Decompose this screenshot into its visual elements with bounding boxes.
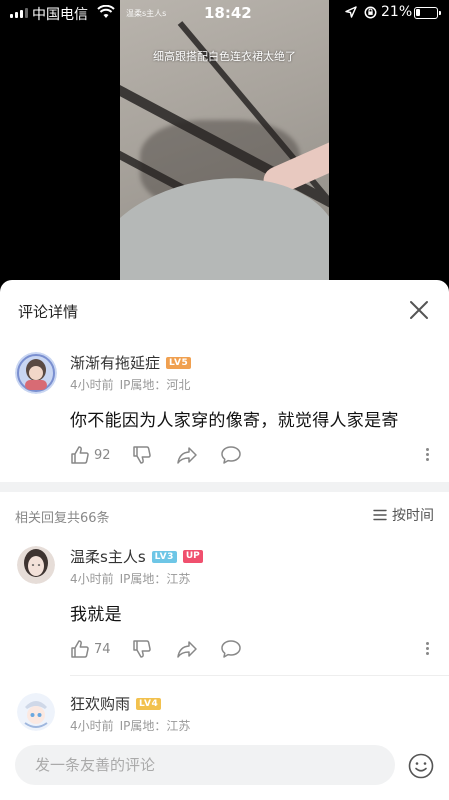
comment-input-bar: 发一条友善的评论 bbox=[0, 735, 449, 800]
avatar[interactable] bbox=[17, 546, 55, 584]
replies-header: 相关回复共66条 按时间 bbox=[0, 502, 449, 530]
clock: 18:42 bbox=[204, 4, 252, 22]
comment-time: 4小时前 bbox=[70, 378, 114, 392]
like-count: 92 bbox=[94, 447, 111, 463]
thumbs-down-icon[interactable] bbox=[132, 639, 152, 659]
reply-count: 相关回复共66条 bbox=[15, 511, 110, 526]
level-badge: LV4 bbox=[136, 697, 162, 710]
comment-actions: 74 bbox=[70, 638, 242, 660]
comment-ip: IP属地：江苏 bbox=[119, 719, 191, 733]
like-button[interactable]: 92 bbox=[70, 445, 132, 465]
comment-ip: IP属地：河北 bbox=[119, 378, 191, 392]
comment-time: 4小时前 bbox=[70, 719, 114, 733]
sheet-title: 评论详情 bbox=[18, 303, 79, 321]
close-icon[interactable] bbox=[409, 300, 429, 320]
avatar[interactable] bbox=[17, 693, 55, 731]
username[interactable]: 狂欢购雨 bbox=[70, 693, 130, 714]
thumbs-down-icon[interactable] bbox=[132, 445, 152, 465]
comment-header: 温柔s主人s LV3 UP bbox=[70, 546, 203, 567]
more-options-icon[interactable] bbox=[425, 640, 429, 658]
like-button[interactable]: 74 bbox=[70, 639, 132, 659]
avatar[interactable] bbox=[15, 352, 57, 394]
comment-header: 狂欢购雨 LV4 bbox=[70, 693, 162, 714]
comment-meta: 4小时前 IP属地：江苏 bbox=[70, 717, 196, 734]
comment-time: 4小时前 bbox=[70, 572, 114, 586]
wifi-icon bbox=[97, 5, 115, 18]
comment-actions: 92 bbox=[70, 444, 242, 466]
up-badge: UP bbox=[182, 550, 203, 563]
thumbs-up-icon bbox=[71, 640, 89, 658]
video-player[interactable]: 细高跟搭配白色连衣裙太绝了 bbox=[120, 0, 329, 282]
reply-separator bbox=[70, 675, 449, 676]
avatar-image bbox=[17, 546, 55, 584]
battery-icon bbox=[414, 7, 441, 19]
section-divider bbox=[0, 482, 449, 492]
location-arrow-icon bbox=[345, 6, 357, 18]
comment-meta: 4小时前 IP属地：河北 bbox=[70, 376, 196, 393]
sort-label: 按时间 bbox=[392, 508, 434, 524]
sort-button[interactable]: 按时间 bbox=[373, 505, 434, 525]
like-count: 74 bbox=[94, 641, 111, 657]
video-caption: 细高跟搭配白色连衣裙太绝了 bbox=[153, 50, 296, 63]
battery-percent: 21% bbox=[381, 4, 413, 20]
signal-icon bbox=[10, 7, 28, 18]
comment-text: 我就是 bbox=[70, 605, 122, 625]
level-badge: LV5 bbox=[166, 356, 192, 369]
status-bar: 中国电信 温柔s主人s 18:42 21% bbox=[0, 0, 449, 26]
more-options-icon[interactable] bbox=[425, 446, 429, 464]
avatar-image bbox=[17, 693, 55, 731]
comment-ip: IP属地：江苏 bbox=[119, 572, 191, 586]
rotation-lock-icon bbox=[364, 6, 377, 19]
reply-item: 狂欢购雨 LV4 4小时前 IP属地：江苏 bbox=[0, 685, 449, 735]
carrier-name: 中国电信 bbox=[32, 7, 88, 23]
username[interactable]: 温柔s主人s bbox=[70, 546, 146, 567]
comment-header: 渐渐有拖延症 LV5 bbox=[70, 352, 192, 373]
username[interactable]: 渐渐有拖延症 bbox=[70, 352, 160, 373]
comment-input[interactable]: 发一条友善的评论 bbox=[15, 745, 395, 785]
comment-meta: 4小时前 IP属地：江苏 bbox=[70, 570, 196, 587]
comment-detail-sheet: 评论详情 渐渐有拖延症 LV5 4小时前 IP属地：河北 你不能因为人家穿的像寄，… bbox=[0, 280, 449, 800]
sheet-header: 评论详情 bbox=[0, 280, 449, 340]
level-badge: LV3 bbox=[151, 550, 177, 563]
notification-text: 温柔s主人s bbox=[126, 9, 167, 18]
emoji-icon[interactable] bbox=[408, 753, 434, 779]
comment-icon[interactable] bbox=[220, 639, 242, 659]
thumbs-up-icon bbox=[71, 446, 89, 464]
comment-text: 你不能因为人家穿的像寄，就觉得人家是寄 bbox=[70, 411, 399, 431]
avatar-image bbox=[15, 352, 57, 394]
share-icon[interactable] bbox=[176, 639, 198, 659]
sort-icon bbox=[373, 509, 387, 521]
share-icon[interactable] bbox=[176, 445, 198, 465]
reply-item: 温柔s主人s LV3 UP 4小时前 IP属地：江苏 我就是 74 bbox=[0, 538, 449, 678]
main-comment: 渐渐有拖延症 LV5 4小时前 IP属地：河北 你不能因为人家穿的像寄，就觉得人家… bbox=[0, 340, 449, 480]
comment-icon[interactable] bbox=[220, 445, 242, 465]
